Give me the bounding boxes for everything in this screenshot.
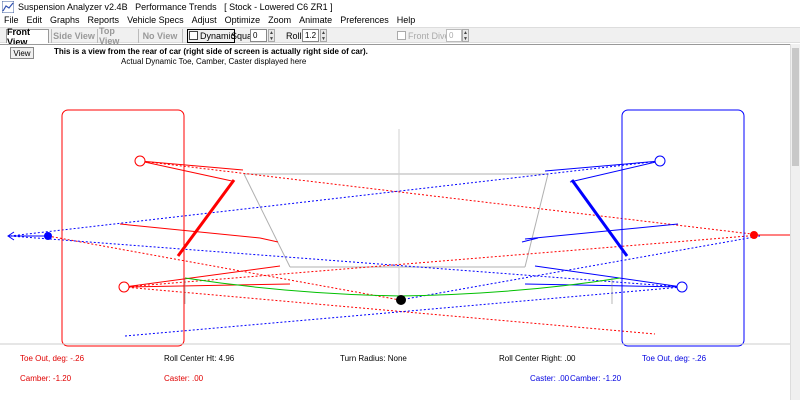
right-lower-a-arm-rear: [534, 265, 683, 288]
left-tie-rod: [119, 223, 261, 239]
spin-down-icon: ▼: [321, 36, 326, 42]
right-upper-a-arm-rear: [569, 160, 661, 183]
scrollbar-thumb[interactable]: [792, 48, 799, 166]
roll-input[interactable]: 1.2: [302, 29, 319, 42]
left-lower-a-arm: [123, 283, 291, 288]
left-upper-a-arm: [139, 160, 244, 171]
toolbar-separator: [97, 29, 98, 43]
tab-front-view[interactable]: Front View: [6, 27, 49, 47]
front-dive-input[interactable]: 0: [446, 29, 462, 42]
left-tire-outline: [61, 109, 185, 347]
menu-vehicle-specs[interactable]: Vehicle Specs: [127, 15, 184, 25]
front-dive-checkbox[interactable]: [397, 31, 406, 40]
menu-edit[interactable]: Edit: [27, 15, 43, 25]
tab-no-view[interactable]: No View: [142, 29, 178, 43]
turn-radius-readout: Turn Radius: None: [340, 354, 407, 363]
toolbar-separator: [138, 29, 139, 43]
title-bar: Suspension Analyzer v2.4B Performance Tr…: [0, 0, 800, 13]
left-upper-a-arm-rear: [139, 160, 233, 182]
menu-graphs[interactable]: Graphs: [50, 15, 80, 25]
left-upper-ball-joint: [134, 155, 146, 167]
menu-animate[interactable]: Animate: [299, 15, 332, 25]
roll-spinner[interactable]: ▲ ▼: [320, 29, 327, 42]
right-shock: [570, 179, 629, 257]
menu-preferences[interactable]: Preferences: [340, 15, 389, 25]
left-caster-readout: Caster: .00: [164, 374, 204, 383]
right-upper-ball-joint: [654, 155, 666, 167]
left-camber-readout: Camber: -1.20: [20, 374, 72, 383]
toolbar-separator: [51, 29, 52, 43]
menu-file[interactable]: File: [4, 15, 19, 25]
menu-adjust[interactable]: Adjust: [192, 15, 217, 25]
app-icon: [2, 0, 14, 13]
menu-optimize[interactable]: Optimize: [225, 15, 261, 25]
left-tie-rod-end: [259, 237, 279, 243]
roll-center-right-readout: Roll Center Right: .00: [499, 354, 576, 363]
right-wheel-assembly: [7, 109, 745, 347]
left-ic-lines: [47, 160, 761, 335]
menu-bar: File Edit Graphs Reports Vehicle Specs A…: [0, 13, 800, 26]
tab-side-view[interactable]: Side View: [53, 29, 95, 43]
roll-center-marker: [396, 295, 406, 305]
squat-input[interactable]: 0: [250, 29, 267, 42]
menu-zoom[interactable]: Zoom: [268, 15, 291, 25]
window-title: Suspension Analyzer v2.4B Performance Tr…: [18, 1, 333, 12]
ground-track-line: [184, 277, 621, 297]
left-shock: [176, 179, 236, 257]
right-lower-ball-joint: [676, 281, 688, 293]
right-upper-a-arm: [544, 160, 661, 172]
menu-reports[interactable]: Reports: [88, 15, 120, 25]
left-wheel-assembly: [61, 109, 790, 347]
left-lower-ball-joint: [118, 281, 130, 293]
left-frame-strut: [243, 173, 291, 268]
right-lower-a-arm: [524, 283, 683, 288]
tab-top-view[interactable]: Top View: [99, 26, 135, 46]
spin-down-icon: ▼: [269, 36, 274, 42]
toolbar: Front View Side View Top View No View Dy…: [0, 26, 800, 47]
roll-center-height-readout: Roll Center Ht: 4.96: [164, 354, 235, 363]
right-toe-readout: Toe Out, deg: -.26: [642, 354, 707, 363]
right-tie-rod: [524, 223, 679, 240]
front-view-diagram: [0, 109, 790, 347]
right-caster-readout: Caster: .00: [530, 374, 570, 383]
front-dive-spinner[interactable]: ▲ ▼: [462, 29, 469, 42]
dynamic-label: Dynamic: [200, 31, 236, 41]
toolbar-separator: [182, 29, 183, 43]
right-camber-readout: Camber: -1.20: [570, 374, 622, 383]
left-toe-readout: Toe Out, deg: -.26: [20, 354, 85, 363]
vertical-scrollbar[interactable]: [790, 44, 800, 400]
front-dive-label: Front Dive: [408, 31, 450, 41]
roll-label: Roll: [286, 31, 302, 41]
menu-help[interactable]: Help: [397, 15, 416, 25]
squat-spinner[interactable]: ▲ ▼: [268, 29, 275, 42]
dynamic-checkbox[interactable]: [189, 31, 198, 40]
spin-down-icon: ▼: [463, 36, 468, 42]
